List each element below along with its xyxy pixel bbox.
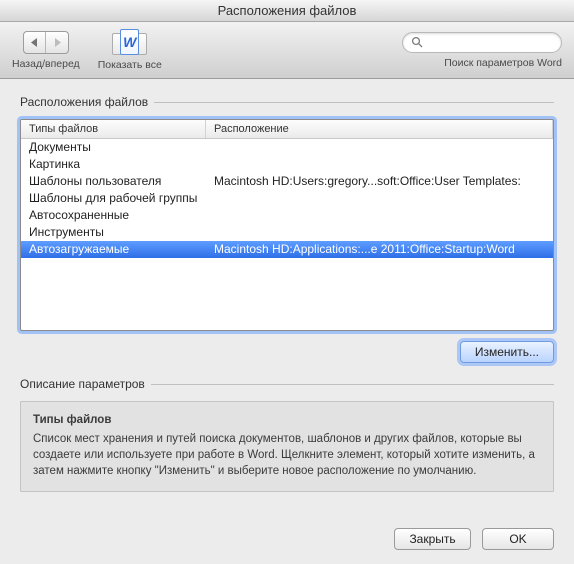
description-section: Описание параметров Типы файлов Список м… — [20, 377, 554, 492]
nav-group: Назад/вперед — [12, 31, 80, 70]
cell-type: Инструменты — [21, 224, 206, 241]
table-row[interactable]: Документы — [21, 139, 553, 156]
file-locations-list[interactable]: Типы файлов Расположение ДокументыКартин… — [20, 119, 554, 331]
toolbar: Назад/вперед W Показать все Поиск параме… — [0, 22, 574, 79]
ok-button[interactable]: OK — [482, 528, 554, 550]
nav-label: Назад/вперед — [12, 58, 80, 70]
window-title: Расположения файлов — [0, 0, 574, 22]
column-header-location[interactable]: Расположение — [206, 120, 553, 138]
file-locations-section: Расположения файлов Типы файлов Располож… — [20, 95, 554, 363]
list-header: Типы файлов Расположение — [21, 120, 553, 139]
footer-buttons: Закрыть OK — [0, 518, 574, 564]
search-icon — [411, 36, 423, 48]
cell-location — [206, 156, 553, 173]
search-group: Поиск параметров Word — [402, 32, 562, 69]
show-all-group: W Показать все — [98, 29, 162, 71]
cell-type: Автосохраненные — [21, 207, 206, 224]
description-body: Список мест хранения и путей поиска доку… — [33, 431, 541, 479]
show-all-label: Показать все — [98, 59, 162, 71]
triangle-left-icon — [31, 38, 39, 47]
modify-button[interactable]: Изменить... — [460, 341, 554, 363]
cell-type: Картинка — [21, 156, 206, 173]
cell-type: Автозагружаемые — [21, 241, 206, 258]
description-title: Типы файлов — [33, 412, 541, 428]
description-legend: Описание параметров — [20, 377, 151, 391]
close-button[interactable]: Закрыть — [394, 528, 470, 550]
word-page-icon: W — [120, 29, 139, 55]
description-box: Типы файлов Список мест хранения и путей… — [20, 401, 554, 492]
cell-location — [206, 139, 553, 156]
table-row[interactable]: Инструменты — [21, 224, 553, 241]
table-row[interactable]: Шаблоны пользователяMacintosh HD:Users:g… — [21, 173, 553, 190]
search-input[interactable] — [427, 34, 553, 50]
cell-location: Macintosh HD:Users:gregory...soft:Office… — [206, 173, 553, 190]
show-all-button[interactable]: W — [110, 29, 150, 55]
cell-location — [206, 190, 553, 207]
table-row[interactable]: АвтозагружаемыеMacintosh HD:Applications… — [21, 241, 553, 258]
triangle-right-icon — [53, 38, 61, 47]
back-forward-segmented[interactable] — [23, 31, 69, 54]
column-header-type[interactable]: Типы файлов — [21, 120, 206, 138]
cell-type: Шаблоны пользователя — [21, 173, 206, 190]
back-button[interactable] — [24, 32, 47, 53]
cell-location: Macintosh HD:Applications:...e 2011:Offi… — [206, 241, 553, 258]
search-field[interactable] — [402, 32, 562, 53]
divider — [151, 384, 554, 385]
section-legend: Расположения файлов — [20, 95, 154, 109]
search-label: Поиск параметров Word — [444, 57, 562, 69]
divider — [154, 102, 554, 103]
table-row[interactable]: Картинка — [21, 156, 553, 173]
forward-button[interactable] — [46, 32, 68, 53]
table-row[interactable]: Шаблоны для рабочей группы — [21, 190, 553, 207]
table-row[interactable]: Автосохраненные — [21, 207, 553, 224]
cell-location — [206, 224, 553, 241]
cell-location — [206, 207, 553, 224]
cell-type: Шаблоны для рабочей группы — [21, 190, 206, 207]
cell-type: Документы — [21, 139, 206, 156]
